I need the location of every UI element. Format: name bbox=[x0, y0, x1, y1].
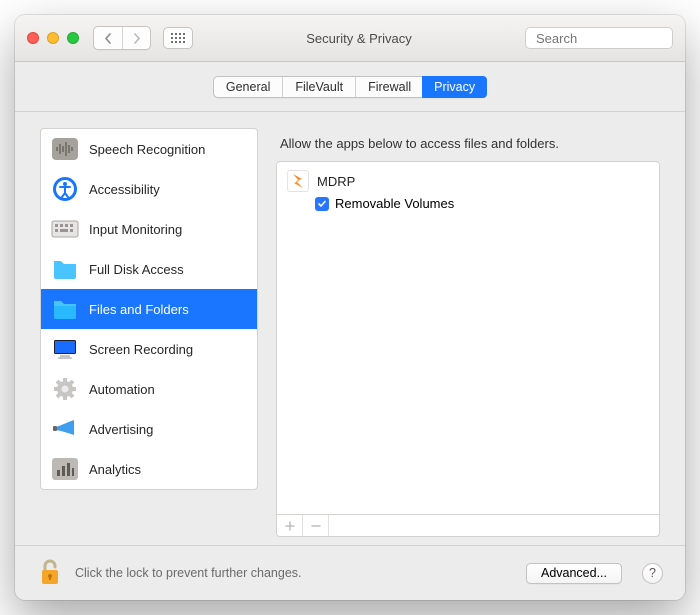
sidebar-item-accessibility[interactable]: Accessibility bbox=[41, 169, 257, 209]
help-button[interactable]: ? bbox=[642, 563, 663, 584]
add-remove-bar bbox=[276, 515, 660, 537]
sidebar-item-files-and-folders[interactable]: Files and Folders bbox=[41, 289, 257, 329]
keyboard-icon bbox=[51, 215, 79, 243]
sidebar-item-automation[interactable]: Automation bbox=[41, 369, 257, 409]
app-list: MDRP Removable Volumes bbox=[276, 161, 660, 515]
disk-icon bbox=[51, 255, 79, 283]
accessibility-icon bbox=[51, 175, 79, 203]
privacy-sidebar: Speech Recognition Accessibility Input M… bbox=[40, 128, 258, 490]
sidebar-item-label: Full Disk Access bbox=[89, 262, 184, 277]
folder-icon bbox=[51, 295, 79, 323]
app-icon bbox=[287, 170, 309, 192]
sidebar-item-label: Advertising bbox=[89, 422, 153, 437]
tabs: General FileVault Firewall Privacy bbox=[213, 76, 487, 98]
details-pane: Allow the apps below to access files and… bbox=[276, 128, 660, 537]
sidebar-item-label: Files and Folders bbox=[89, 302, 189, 317]
forward-button[interactable] bbox=[122, 27, 150, 49]
advanced-button[interactable]: Advanced... bbox=[526, 563, 622, 584]
permission-checkbox[interactable] bbox=[315, 197, 329, 211]
app-name: MDRP bbox=[317, 174, 355, 189]
permission-row[interactable]: Removable Volumes bbox=[287, 196, 649, 211]
sidebar-item-input-monitoring[interactable]: Input Monitoring bbox=[41, 209, 257, 249]
megaphone-icon bbox=[51, 415, 79, 443]
main-content: Speech Recognition Accessibility Input M… bbox=[15, 112, 685, 545]
display-icon bbox=[51, 335, 79, 363]
add-button[interactable] bbox=[277, 515, 303, 536]
back-button[interactable] bbox=[94, 27, 122, 49]
sidebar-item-label: Automation bbox=[89, 382, 155, 397]
sidebar-item-advertising[interactable]: Advertising bbox=[41, 409, 257, 449]
lock-message: Click the lock to prevent further change… bbox=[75, 566, 514, 580]
gear-icon bbox=[51, 375, 79, 403]
footer: Click the lock to prevent further change… bbox=[15, 545, 685, 600]
minus-icon bbox=[311, 521, 321, 531]
barchart-icon bbox=[51, 455, 79, 483]
details-description: Allow the apps below to access files and… bbox=[276, 128, 660, 161]
search-field[interactable] bbox=[525, 27, 673, 49]
search-input[interactable] bbox=[536, 31, 685, 46]
show-all-button[interactable] bbox=[163, 27, 193, 49]
tab-firewall[interactable]: Firewall bbox=[355, 77, 423, 97]
window-controls bbox=[27, 32, 79, 44]
sidebar-item-label: Speech Recognition bbox=[89, 142, 205, 157]
sidebar-item-full-disk-access[interactable]: Full Disk Access bbox=[41, 249, 257, 289]
titlebar: Security & Privacy bbox=[15, 15, 685, 62]
app-row[interactable]: MDRP bbox=[287, 170, 649, 192]
sidebar-item-label: Analytics bbox=[89, 462, 141, 477]
waveform-icon bbox=[51, 135, 79, 163]
nav-group bbox=[93, 26, 151, 50]
lock-icon[interactable] bbox=[37, 558, 63, 588]
window-title: Security & Privacy bbox=[201, 31, 517, 46]
sidebar-item-screen-recording[interactable]: Screen Recording bbox=[41, 329, 257, 369]
permission-label: Removable Volumes bbox=[335, 196, 454, 211]
maximize-button[interactable] bbox=[67, 32, 79, 44]
sidebar-item-speech-recognition[interactable]: Speech Recognition bbox=[41, 129, 257, 169]
sidebar-item-label: Accessibility bbox=[89, 182, 160, 197]
sidebar-item-analytics[interactable]: Analytics bbox=[41, 449, 257, 489]
remove-button[interactable] bbox=[303, 515, 329, 536]
sidebar-item-label: Input Monitoring bbox=[89, 222, 182, 237]
grid-icon bbox=[171, 33, 185, 43]
tabs-row: General FileVault Firewall Privacy bbox=[15, 62, 685, 112]
sidebar-item-label: Screen Recording bbox=[89, 342, 193, 357]
close-button[interactable] bbox=[27, 32, 39, 44]
tab-general[interactable]: General bbox=[214, 77, 282, 97]
plus-icon bbox=[285, 521, 295, 531]
tab-filevault[interactable]: FileVault bbox=[282, 77, 355, 97]
preferences-window: Security & Privacy General FileVault Fir… bbox=[15, 15, 685, 600]
tab-privacy[interactable]: Privacy bbox=[422, 76, 487, 98]
minimize-button[interactable] bbox=[47, 32, 59, 44]
